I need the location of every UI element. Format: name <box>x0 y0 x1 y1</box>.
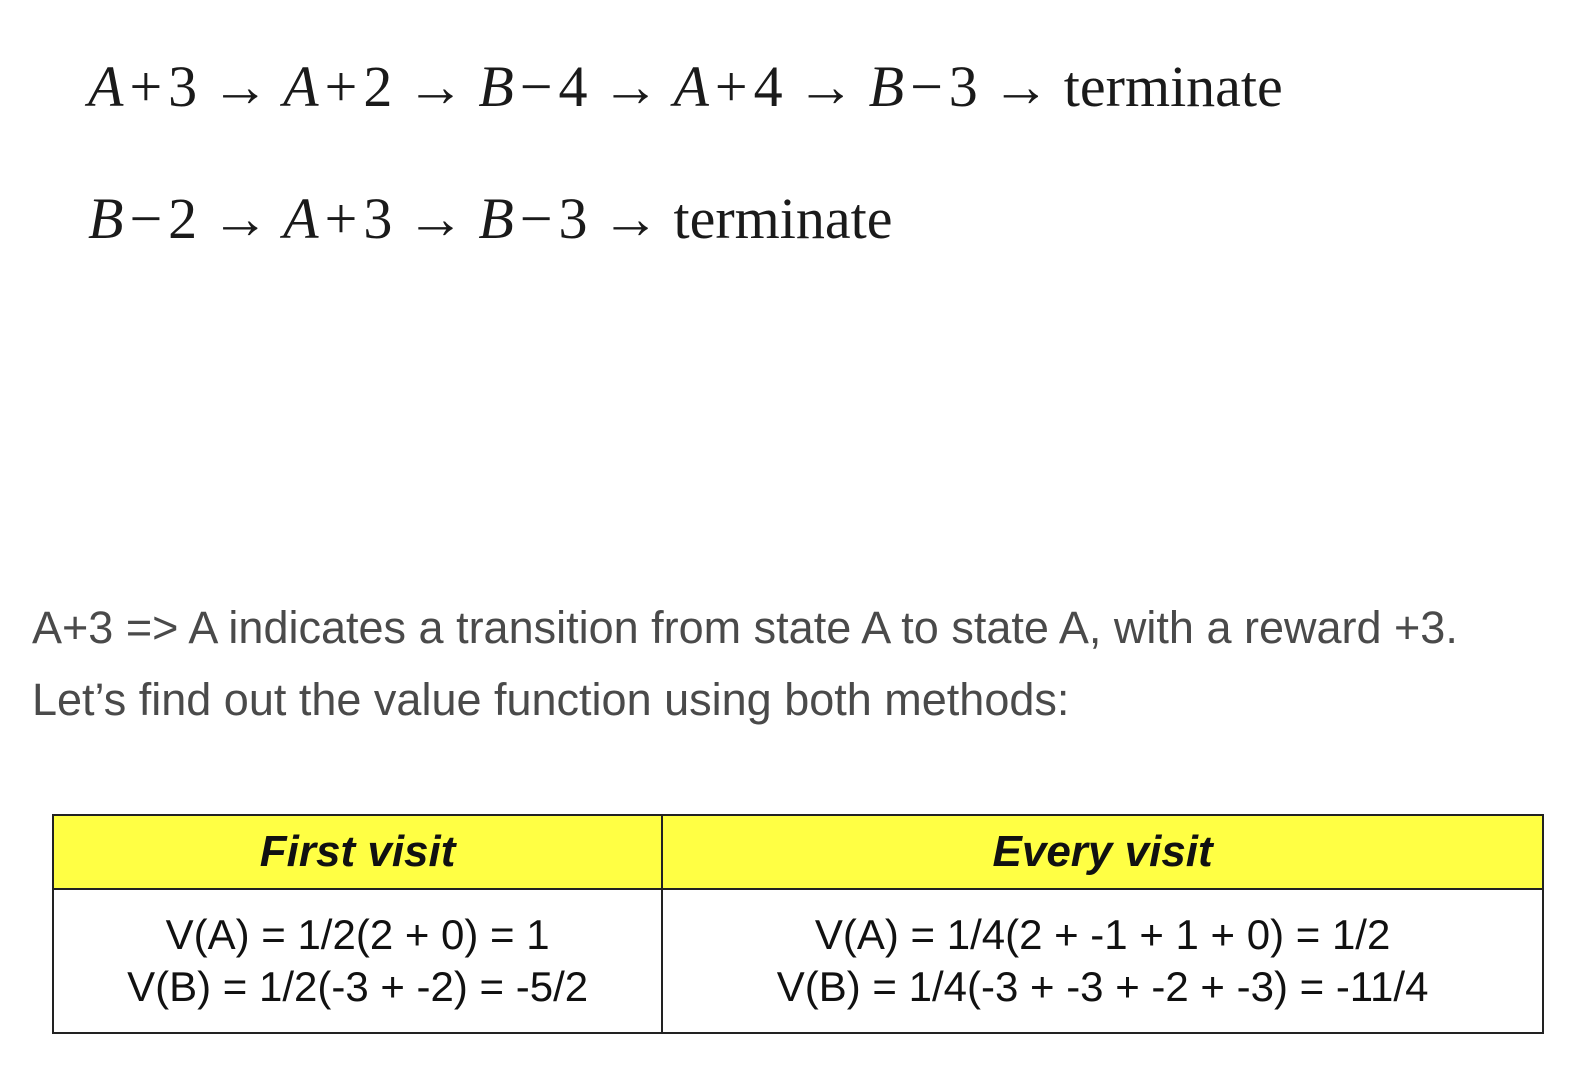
every-visit-cell: V(A) = 1/4(2 + -1 + 1 + 0) = 1/2 V(B) = … <box>661 888 1544 1034</box>
step-state: A <box>283 186 319 251</box>
first-visit-va: V(A) = 1/2(2 + 0) = 1 <box>165 911 550 958</box>
step-reward: 3 <box>363 186 393 251</box>
step-sign: − <box>910 54 943 119</box>
step-reward: 2 <box>168 186 198 251</box>
step-sign: − <box>519 186 553 251</box>
table-header-row: First visit Every visit <box>51 814 1544 890</box>
arrow-icon: → <box>406 186 465 251</box>
arrow-icon: → <box>211 54 270 119</box>
step-sign: + <box>714 54 748 119</box>
step-reward: 2 <box>363 54 393 119</box>
arrow-icon: → <box>796 54 855 119</box>
step-state: A <box>283 54 319 119</box>
step-sign: + <box>129 54 163 119</box>
arrow-icon: → <box>991 54 1050 119</box>
step-state: B <box>478 186 514 251</box>
terminate-label: terminate <box>1063 54 1283 119</box>
step-state: B <box>88 186 124 251</box>
step-sign: + <box>324 54 358 119</box>
step-reward: 3 <box>558 186 588 251</box>
arrow-icon: → <box>601 54 660 119</box>
step-reward: 4 <box>558 54 588 119</box>
step-state: A <box>88 54 124 119</box>
step-reward: 3 <box>948 54 978 119</box>
every-visit-va: V(A) = 1/4(2 + -1 + 1 + 0) = 1/2 <box>814 911 1391 958</box>
header-every-visit: Every visit <box>661 814 1544 890</box>
value-function-table: First visit Every visit V(A) = 1/2(2 + 0… <box>51 814 1544 1034</box>
step-state: B <box>478 54 514 119</box>
step-reward: 4 <box>753 54 783 119</box>
step-sign: − <box>519 54 553 119</box>
episode-1-sequence: A +3 → A +2 → B −4 → A +4 → B −3 → terminate <box>88 58 1283 116</box>
arrow-icon: → <box>406 54 465 119</box>
every-visit-vb: V(B) = 1/4(-3 + -3 + -2 + -3) = -11/4 <box>776 963 1429 1010</box>
explanation-paragraph: A+3 => A indicates a transition from sta… <box>32 602 1458 725</box>
episode-2-sequence: B −2 → A +3 → B −3 → terminate <box>88 190 892 248</box>
first-visit-cell: V(A) = 1/2(2 + 0) = 1 V(B) = 1/2(-3 + -2… <box>51 888 664 1034</box>
step-state: A <box>673 54 709 119</box>
step-sign: + <box>324 186 358 251</box>
first-visit-vb: V(B) = 1/2(-3 + -2) = -5/2 <box>127 963 589 1010</box>
terminate-label: terminate <box>673 186 893 251</box>
step-state: B <box>868 54 905 119</box>
arrow-icon: → <box>211 186 270 251</box>
step-sign: − <box>129 186 163 251</box>
table-row: V(A) = 1/2(2 + 0) = 1 V(B) = 1/2(-3 + -2… <box>51 888 1544 1034</box>
step-reward: 3 <box>168 54 198 119</box>
arrow-icon: → <box>601 186 660 251</box>
header-first-visit: First visit <box>51 814 664 890</box>
